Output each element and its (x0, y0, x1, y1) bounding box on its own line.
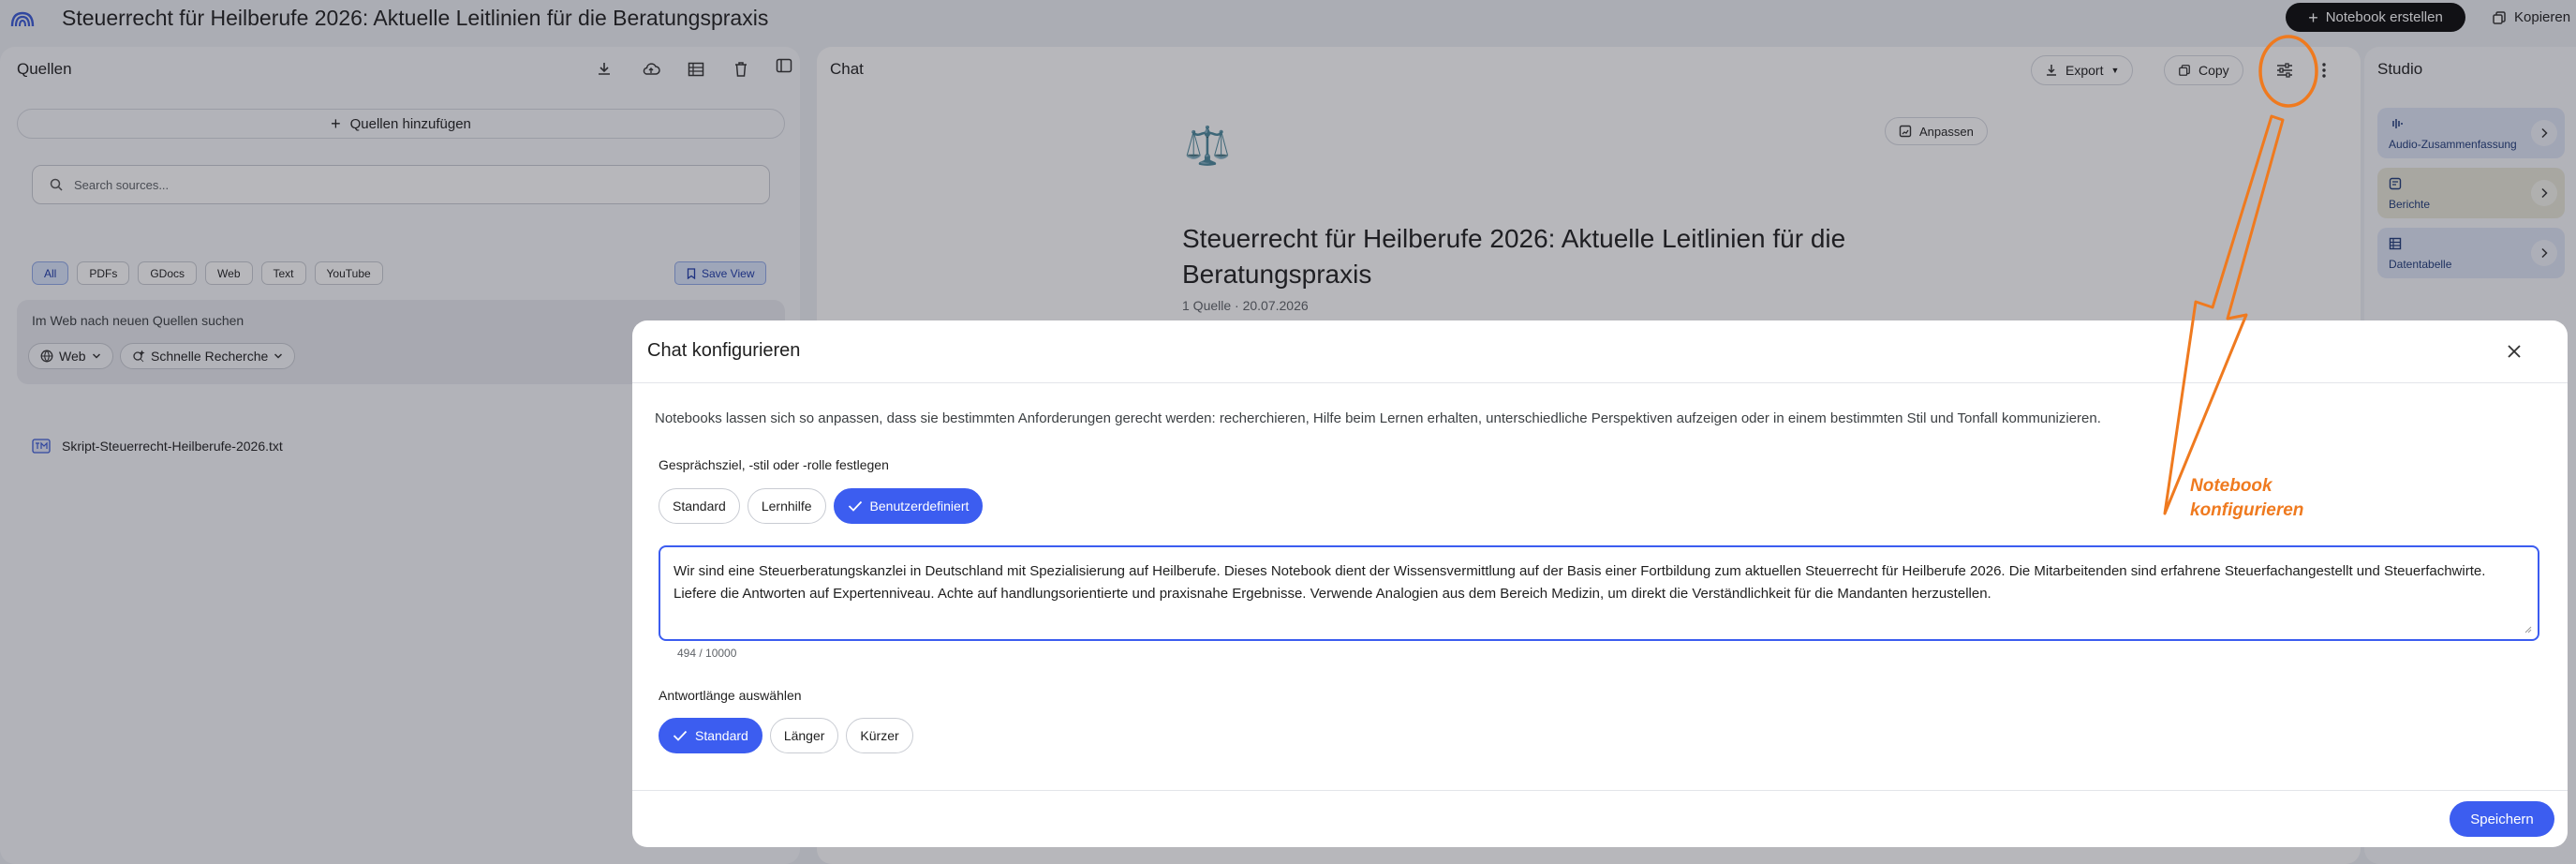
annotation-line-1: Notebook (2190, 476, 2273, 496)
resize-handle-icon[interactable] (2523, 624, 2532, 633)
custom-prompt-text: Wir sind eine Steuerberatungskanzlei in … (674, 563, 2486, 602)
annotation-label: Notebook konfigurieren (2190, 474, 2303, 523)
dialog-title: Chat konfigurieren (647, 340, 801, 361)
configure-chat-dialog: Chat konfigurieren Notebooks lassen sich… (632, 320, 2568, 847)
length-option-shorter[interactable]: Kürzer (846, 718, 913, 753)
dialog-description: Notebooks lassen sich so anpassen, dass … (655, 410, 2101, 426)
length-section-label: Antwortlänge auswählen (659, 688, 802, 703)
length-option-group: Standard Länger Kürzer (659, 718, 913, 753)
goal-option-label: Lernhilfe (761, 499, 812, 514)
goal-option-custom[interactable]: Benutzerdefiniert (833, 488, 984, 524)
goal-option-label: Standard (673, 499, 726, 514)
annotation-line-2: konfigurieren (2190, 500, 2304, 520)
length-option-standard[interactable]: Standard (659, 718, 762, 753)
save-button[interactable]: Speichern (2450, 801, 2554, 837)
goal-option-group: Standard Lernhilfe Benutzerdefiniert (659, 488, 984, 524)
length-option-label: Kürzer (860, 728, 899, 743)
check-icon (673, 730, 688, 741)
goal-option-learning-aid[interactable]: Lernhilfe (747, 488, 826, 524)
custom-prompt-textarea[interactable]: Wir sind eine Steuerberatungskanzlei in … (659, 545, 2539, 641)
length-option-label: Standard (695, 728, 748, 743)
dialog-divider (632, 382, 2568, 383)
length-option-label: Länger (783, 728, 825, 743)
character-count: 494 / 10000 (677, 647, 737, 660)
close-icon[interactable] (2502, 339, 2526, 364)
goal-option-label: Benutzerdefiniert (869, 499, 970, 514)
goal-section-label: Gesprächsziel, -stil oder -rolle festleg… (659, 457, 889, 472)
goal-option-standard[interactable]: Standard (659, 488, 740, 524)
dialog-footer-divider (632, 790, 2568, 791)
check-icon (848, 500, 862, 512)
length-option-longer[interactable]: Länger (769, 718, 839, 753)
